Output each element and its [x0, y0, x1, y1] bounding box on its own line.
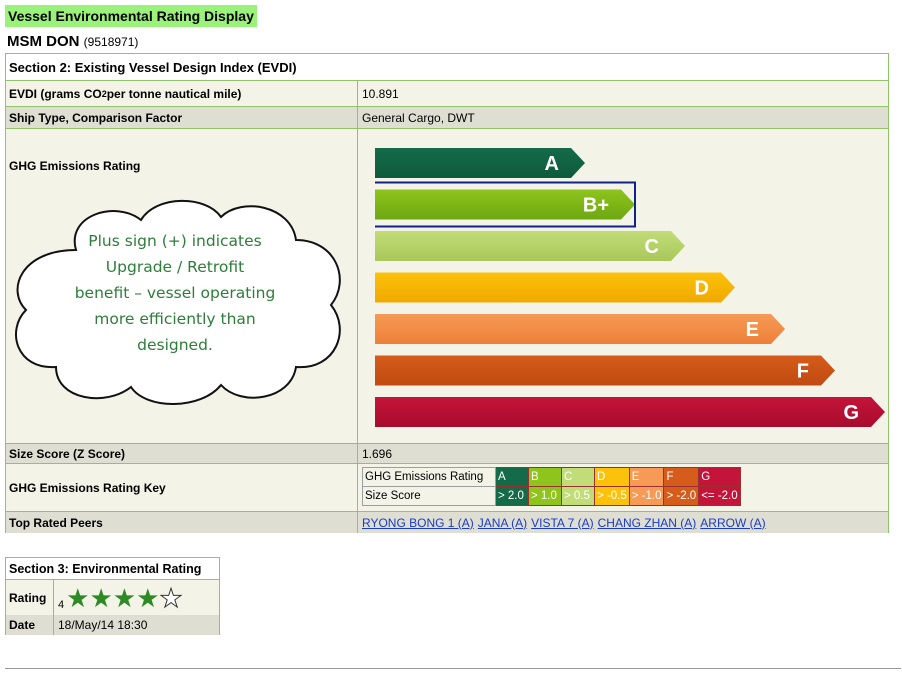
- vessel-heading: MSM DON (9518971): [7, 33, 138, 50]
- rating-key-grade-e: E: [628, 467, 665, 487]
- rating-key-cell: GHG Emissions Rating ABCDEFG Size Score …: [359, 464, 888, 511]
- rating-bar-letter: B+: [583, 195, 609, 217]
- vessel-imo: (9518971): [83, 35, 139, 49]
- rating-bar-e: [375, 314, 785, 344]
- rating-key-score-g: <= -2.0: [698, 486, 741, 506]
- rating-bar-letter: F: [797, 361, 809, 383]
- peer-link[interactable]: ARROW (A): [700, 516, 765, 530]
- callout-line: Upgrade / Retrofit: [105, 258, 245, 276]
- rating-key-score-c: > 0.5: [561, 486, 595, 506]
- rating-bars: A B+ C D E F G: [375, 148, 885, 427]
- star-filled-icon: ★: [89, 582, 113, 613]
- star-filled-icon: ★: [112, 582, 137, 613]
- rating-bar-d: [375, 272, 735, 303]
- callout-line: designed.: [137, 336, 213, 354]
- top-peers-links: RYONG BONG 1 (A) JANA (A) VISTA 7 (A) CHANG…: [359, 512, 888, 533]
- rating-key-grade-b: B: [528, 467, 562, 487]
- rating-key-row1-label: GHG Emissions Rating: [362, 467, 496, 487]
- peer-link[interactable]: CHANG ZHAN (A): [598, 516, 697, 530]
- ship-type-value: General Cargo, DWT: [362, 110, 475, 125]
- row-evdi: EVDI (grams CO 2 per tonne nautical mile)…: [6, 81, 888, 107]
- rating-key-grade-f: F: [663, 467, 700, 487]
- rating-key-grade-c: C: [561, 467, 595, 487]
- row-rating: Rating 4 ★ ★ ★ ★ ★: [6, 580, 219, 616]
- peer-link[interactable]: RYONG BONG 1 (A): [362, 516, 474, 530]
- evdi-value: 10.891: [362, 86, 399, 101]
- size-score-value: 1.696: [362, 446, 393, 461]
- rating-key-score-d: > -0.5: [594, 486, 630, 506]
- row-ship-type: Ship Type, Comparison Factor General Car…: [6, 107, 888, 129]
- ghg-rating-chart-cell: A B+ C D E F G: [359, 129, 888, 443]
- rating-bar-g: [375, 397, 885, 427]
- rating-value: 4: [58, 598, 65, 611]
- callout-text: Plus sign (+) indicates Upgrade / Retrofi…: [50, 228, 300, 358]
- rating-key-grade-row: GHG Emissions Rating ABCDEFG: [362, 467, 741, 487]
- section-2-title: Section 2: Existing Vessel Design Index …: [6, 54, 888, 81]
- peer-link[interactable]: JANA (A): [478, 516, 527, 530]
- row-size-score: Size Score (Z Score) 1.696: [6, 444, 888, 464]
- bottom-divider: [5, 668, 901, 669]
- rating-key-score-e: > -1.0: [628, 486, 665, 506]
- rating-key-score-a: > 2.0: [495, 486, 529, 506]
- rating-key-score-f: > -2.0: [663, 486, 700, 506]
- size-score-label: Size Score (Z Score): [6, 444, 358, 463]
- date-value: 18/May/14 18:30: [58, 618, 148, 632]
- rating-bar-letter: G: [843, 402, 859, 424]
- row-rating-key: GHG Emissions Rating Key GHG Emissions R…: [6, 464, 888, 512]
- peer-link[interactable]: VISTA 7 (A): [531, 516, 593, 530]
- rating-key-grade-a: A: [495, 467, 529, 487]
- section-3-title: Section 3: Environmental Rating: [6, 558, 219, 580]
- row-date: Date 18/May/14 18:30: [6, 615, 219, 635]
- ship-type-label: Ship Type, Comparison Factor: [6, 107, 358, 128]
- rating-bar-c: [375, 231, 685, 261]
- evdi-label-pre: EVDI (grams CO: [9, 86, 102, 101]
- rating-key-grade-d: D: [594, 467, 630, 487]
- page-title: Vessel Environmental Rating Display: [5, 5, 257, 27]
- row-top-peers: Top Rated Peers RYONG BONG 1 (A) JANA (A)…: [6, 512, 888, 533]
- section-3-rating: Section 3: Environmental Rating Rating 4…: [5, 557, 220, 635]
- rating-key-grade-g: G: [698, 467, 741, 487]
- rating-key-score-row: Size Score > 2.0 > 1.0 > 0.5 > -0.5 > -1.0 > …: [362, 486, 741, 506]
- rating-bar-f: [375, 355, 835, 386]
- rating-label: Rating: [6, 580, 54, 615]
- rating-key-table: GHG Emissions Rating ABCDEFG Size Score …: [362, 467, 741, 506]
- rating-key-label: GHG Emissions Rating Key: [6, 464, 358, 511]
- evdi-label: EVDI (grams CO 2 per tonne nautical mile): [6, 81, 358, 106]
- rating-stars: 4 ★ ★ ★ ★ ★: [55, 580, 219, 615]
- ghg-rating-label: GHG Emissions Rating: [9, 159, 141, 173]
- callout-line: more efficiently than: [94, 310, 256, 328]
- rating-bar-letter: D: [695, 278, 709, 300]
- rating-bar-letter: E: [746, 319, 759, 341]
- star-filled-icon: ★: [136, 582, 160, 613]
- callout-line: benefit – vessel operating: [74, 284, 276, 302]
- callout-line: Plus sign (+) indicates: [88, 232, 262, 250]
- vessel-name: MSM DON: [7, 33, 80, 50]
- rating-key-row2-label: Size Score: [362, 486, 496, 506]
- evdi-label-post: per tonne nautical mile): [106, 86, 242, 101]
- date-label: Date: [6, 615, 54, 635]
- star-filled-icon: ★: [66, 582, 90, 613]
- rating-bar-letter: C: [645, 236, 659, 258]
- rating-key-score-b: > 1.0: [528, 486, 562, 506]
- top-peers-label: Top Rated Peers: [6, 512, 358, 533]
- star-empty-icon: ★: [159, 582, 183, 613]
- rating-bar-letter: A: [545, 153, 559, 175]
